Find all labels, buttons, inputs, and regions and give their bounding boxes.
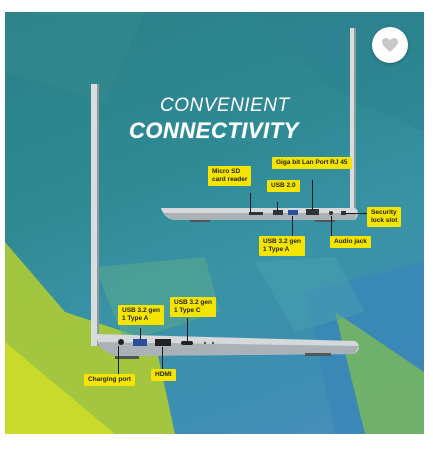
callout-hdmi: HDMI <box>151 369 176 381</box>
favorite-button[interactable] <box>372 27 408 63</box>
product-image: CONVENIENT CONNECTIVITY Micro SD card re… <box>5 12 424 434</box>
laptop-bottom-illustration <box>91 84 359 359</box>
leader-usb32-a-bottom <box>140 328 141 340</box>
callout-usb32-c: USB 3.2 gen 1 Type C <box>170 297 216 317</box>
leader-gigabit <box>312 180 313 210</box>
leader-usb20 <box>277 202 278 212</box>
leader-usb32-c <box>187 318 188 342</box>
leader-micro-sd <box>250 193 251 213</box>
callout-gigabit: Giga bit Lan Port RJ 45 <box>272 157 352 169</box>
callout-micro-sd: Micro SD card reader <box>208 166 252 186</box>
callout-security-slot: Security lock slot <box>367 207 402 227</box>
callout-charging-port: Charging port <box>84 374 135 386</box>
callout-audio-jack: Audio jack <box>330 236 371 248</box>
leader-charging <box>118 346 119 376</box>
callout-usb32-a-bottom: USB 3.2 gen 1 Type A <box>118 305 164 325</box>
callout-usb32-a-top: USB 3.2 gen 1 Type A <box>259 236 305 256</box>
leader-security <box>346 213 368 214</box>
leader-hdmi <box>162 347 163 369</box>
heart-icon <box>382 38 398 52</box>
callout-usb20: USB 2.0 <box>267 180 300 192</box>
